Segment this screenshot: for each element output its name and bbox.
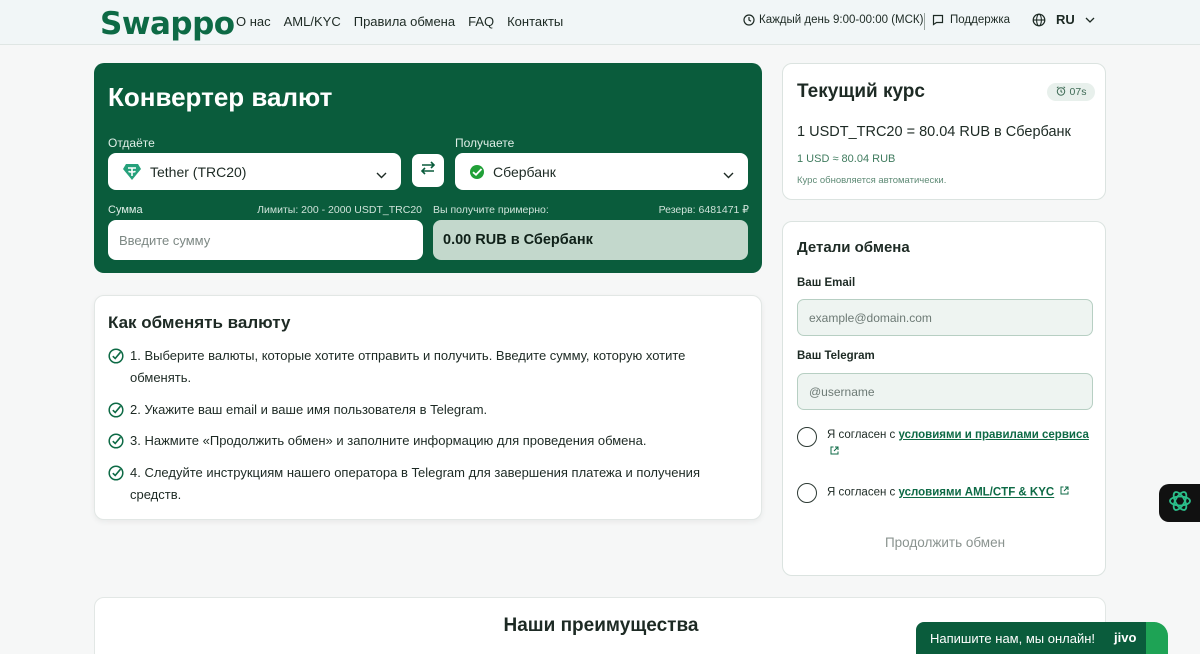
email-field[interactable] (797, 299, 1093, 336)
terms-link[interactable]: условиями и правилами сервиса (898, 429, 1088, 441)
language-label: RU (1056, 12, 1075, 27)
swap-arrows-icon (420, 161, 436, 180)
telegram-label: Ваш Telegram (797, 350, 875, 362)
main-nav: О нас AML/KYC Правила обмена FAQ Контакт… (236, 14, 563, 29)
check-circle-icon (108, 462, 130, 506)
get-label: Получаете (455, 136, 515, 150)
external-link-icon[interactable] (1060, 484, 1069, 501)
chat-brand: jivo (1114, 630, 1137, 645)
nav-rules[interactable]: Правила обмена (354, 14, 455, 29)
header-divider (924, 13, 925, 30)
details-title: Детали обмена (797, 239, 910, 256)
details-card: Детали обмена Ваш Email Ваш Telegram Я с… (782, 221, 1106, 576)
email-label: Ваш Email (797, 277, 856, 289)
check-circle-icon (108, 399, 130, 425)
give-label: Отдаёте (108, 136, 155, 150)
step-text: 4. Следуйте инструкциям нашего оператора… (130, 465, 700, 502)
get-currency-name: Сбербанк (493, 163, 556, 180)
approx-label: Вы получите примерно: (433, 204, 549, 216)
agree-terms-checkbox[interactable] (797, 427, 817, 447)
nav-about[interactable]: О нас (236, 14, 271, 29)
ai-knot-icon (1167, 488, 1193, 519)
agree-terms-text: Я согласен с условиями и правилами серви… (827, 427, 1097, 462)
step-text: 3. Нажмите «Продолжить обмен» и заполнит… (130, 433, 647, 448)
reserve-text: Резерв: 6481471 ₽ (658, 204, 749, 216)
chat-text: Напишите нам, мы онлайн! (930, 631, 1096, 646)
ai-assistant-button[interactable] (1159, 484, 1200, 522)
converter-title: Конвертер валют (108, 82, 333, 112)
list-item: 2. Укажите ваш email и ваше имя пользова… (108, 399, 748, 425)
header: Swappo О нас AML/KYC Правила обмена FAQ … (0, 0, 1200, 45)
support-text: Поддержка (950, 14, 1010, 26)
step-text: 2. Укажите ваш email и ваше имя пользова… (130, 402, 488, 417)
logo[interactable]: Swappo (100, 6, 235, 42)
tether-icon (122, 163, 142, 181)
working-hours: Каждый день 9:00-00:00 (МСК) (743, 14, 923, 26)
list-item: 4. Следуйте инструкциям нашего оператора… (108, 462, 748, 506)
continue-exchange-button[interactable]: Продолжить обмен (797, 532, 1093, 552)
rate-card: Текущий курс 07s 1 USDT_TRC20 = 80.04 RU… (782, 63, 1106, 200)
chevron-down-icon (1085, 17, 1095, 23)
howto-title: Как обменять валюту (108, 313, 291, 332)
limits-text: Лимиты: 200 - 2000 USDT_TRC20 (257, 204, 422, 216)
globe-icon (1032, 13, 1046, 27)
result-amount: 0.00 RUB в Сбербанк (433, 220, 748, 260)
chevron-down-icon (376, 166, 387, 182)
nav-contacts[interactable]: Контакты (507, 14, 563, 29)
rate-usd: 1 USD ≈ 80.04 RUB (797, 153, 896, 165)
external-link-icon[interactable] (830, 444, 839, 461)
step-text: 1. Выберите валюты, которые хотите отпра… (130, 348, 686, 385)
swap-currencies-button[interactable] (412, 154, 444, 187)
give-currency-select[interactable]: Tether (TRC20) (108, 153, 401, 190)
nav-faq[interactable]: FAQ (468, 14, 494, 29)
language-selector[interactable]: RU (1032, 12, 1095, 27)
alarm-clock-icon (1056, 85, 1066, 99)
list-item: 1. Выберите валюты, которые хотите отпра… (108, 345, 748, 389)
nav-aml-kyc[interactable]: AML/KYC (284, 14, 341, 29)
get-currency-select[interactable]: Сбербанк (455, 153, 748, 190)
aml-link[interactable]: условиями AML/CTF & KYC (898, 487, 1054, 499)
chevron-down-icon (723, 166, 734, 182)
chat-icon (932, 14, 944, 26)
agree-prefix: Я согласен с (827, 429, 899, 441)
converter-card: Конвертер валют Отдаёте Получаете Tether… (94, 63, 762, 273)
agree-aml-text: Я согласен с условиями AML/CTF & KYC (827, 484, 1097, 502)
telegram-field[interactable] (797, 373, 1093, 410)
support-link[interactable]: Поддержка (932, 14, 1010, 26)
howto-card: Как обменять валюту 1. Выберите валюты, … (94, 295, 762, 520)
list-item: 3. Нажмите «Продолжить обмен» и заполнит… (108, 430, 748, 456)
chat-status-indicator (1146, 622, 1168, 654)
agree-aml-checkbox[interactable] (797, 483, 817, 503)
check-circle-icon (108, 430, 130, 456)
rate-main: 1 USDT_TRC20 = 80.04 RUB в Сбербанк (797, 124, 1071, 140)
timer-value: 07s (1069, 86, 1087, 98)
chat-widget[interactable]: Напишите нам, мы онлайн! jivo (916, 622, 1168, 654)
clock-icon (743, 14, 755, 26)
rate-timer: 07s (1047, 83, 1095, 101)
check-circle-icon (108, 345, 130, 389)
agree-prefix: Я согласен с (827, 486, 899, 499)
give-currency-name: Tether (TRC20) (150, 163, 247, 180)
working-hours-text: Каждый день 9:00-00:00 (МСК) (759, 14, 924, 26)
amount-input[interactable] (108, 220, 423, 260)
rate-auto-note: Курс обновляется автоматически. (797, 175, 947, 186)
sum-label: Сумма (108, 204, 143, 216)
sberbank-icon (469, 164, 485, 180)
rate-title: Текущий курс (797, 81, 925, 102)
